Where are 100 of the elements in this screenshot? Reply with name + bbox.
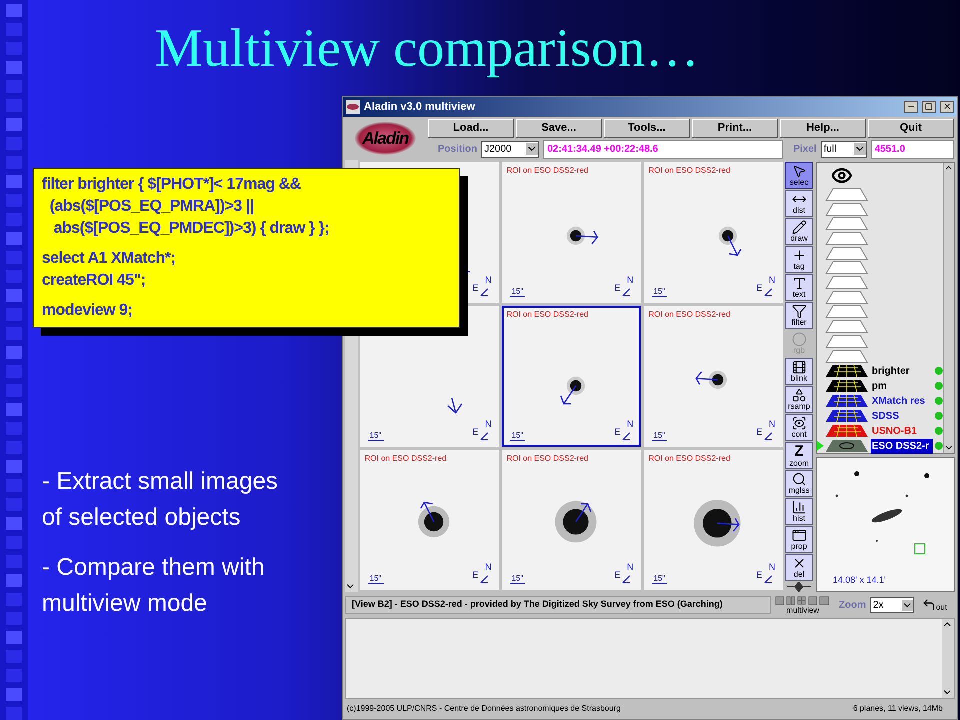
layer-row[interactable]: ESO DSS2-r: [825, 439, 944, 454]
multiview-layout-icon[interactable]: [775, 596, 831, 606]
layer-name: SDSS: [871, 410, 900, 424]
plane-icon: [825, 232, 870, 246]
minimize-button[interactable]: [904, 100, 918, 113]
scale-bar: 15": [510, 430, 526, 441]
tool-button[interactable]: Z zoom: [785, 442, 814, 470]
pointer-icon: [792, 164, 807, 180]
layer-row[interactable]: SDSS: [825, 409, 944, 424]
plane-icon: [825, 261, 870, 276]
plane-icon: [825, 202, 870, 216]
sky-view-panel[interactable]: ROI on ESO DSS2-red 15" E N: [360, 450, 499, 590]
east-label: E: [756, 282, 762, 293]
tool-button[interactable]: filter: [785, 302, 814, 330]
menu-button[interactable]: Load...: [428, 118, 514, 138]
tool-button[interactable]: mglss: [785, 470, 814, 498]
tool-button[interactable]: selec: [785, 162, 814, 190]
layer-row[interactable]: XMatch res: [825, 394, 944, 408]
menu-button[interactable]: Save...: [516, 118, 602, 138]
tool-button[interactable]: text: [785, 274, 814, 302]
tool-button[interactable]: del: [785, 554, 814, 582]
bullet-text: - Compare them with multiview mode: [42, 553, 266, 619]
north-label: N: [627, 418, 634, 429]
slide-title: Multiview comparison…: [155, 18, 700, 78]
pixel-select[interactable]: full: [820, 140, 867, 158]
east-label: E: [472, 426, 479, 437]
film-icon: [792, 360, 807, 376]
close-button[interactable]: [940, 100, 954, 113]
layer-name: pm: [871, 380, 888, 394]
layer-name: brighter: [871, 364, 911, 379]
tool-button[interactable]: dist: [785, 190, 814, 218]
compass-icon: [480, 574, 489, 584]
east-label: E: [472, 570, 479, 580]
menu-button[interactable]: Tools...: [604, 118, 690, 138]
cross-icon: [792, 248, 807, 264]
app-icon: [346, 100, 360, 114]
zoom-out-icon[interactable]: [922, 598, 936, 612]
contour-icon: [792, 416, 807, 432]
east-label: E: [614, 282, 621, 293]
sky-view-panel[interactable]: ROI on ESO DSS2-red 15" E N: [502, 306, 641, 447]
plane-icon: [825, 217, 870, 231]
sky-view-panel[interactable]: ROI on ESO DSS2-red 15" E N: [644, 162, 782, 303]
east-label: E: [614, 426, 621, 437]
tool-button[interactable]: draw: [785, 218, 814, 246]
east-label: E: [756, 570, 762, 580]
north-label: N: [485, 562, 492, 572]
bullet-text: - Extract small images of selected objects: [42, 467, 280, 533]
window-title: Aladin v3.0 multiview: [364, 100, 476, 115]
vertical-scrollbar[interactable]: [942, 619, 954, 698]
menu-button[interactable]: Print...: [692, 118, 778, 138]
tool-button[interactable]: blink: [785, 358, 814, 386]
vertical-scrollbar[interactable]: [943, 163, 954, 454]
north-label: N: [627, 274, 634, 285]
window-icon: [792, 528, 807, 544]
compass-icon: [622, 286, 631, 297]
zoom-select[interactable]: 2x: [870, 597, 914, 614]
view-label: ROI on ESO DSS2-red: [648, 452, 730, 465]
view-label: ROI on ESO DSS2-red: [506, 452, 588, 465]
scale-bar: 15": [652, 286, 668, 297]
scale-bar: 15": [652, 574, 668, 584]
zoom-out-label: out: [936, 603, 948, 612]
tool-button[interactable]: tag: [785, 246, 814, 274]
tool-button[interactable]: cont: [785, 414, 814, 442]
arrow-marker-drawing: [446, 396, 463, 414]
plane-icon: [825, 188, 870, 202]
dropdown-icon: [854, 143, 866, 156]
script-line: select A1 XMatch*;: [42, 249, 177, 269]
plane-icon: [825, 320, 870, 334]
magnifier-icon: [792, 472, 807, 488]
script-line: modeview 9;: [42, 301, 134, 321]
plane-icon: [825, 246, 870, 260]
view-label: ROI on ESO DSS2-red: [648, 165, 730, 178]
sky-view-panel[interactable]: ROI on ESO DSS2-red 15" E N: [502, 162, 641, 303]
view-label: ROI on ESO DSS2-red: [506, 308, 588, 321]
sky-view-panel[interactable]: ROI on ESO DSS2-red 15" E N: [644, 306, 782, 447]
maximize-icon: [925, 102, 933, 111]
tool-button[interactable]: rsamp: [785, 386, 814, 414]
splitter-icon[interactable]: [787, 582, 812, 592]
east-label: E: [614, 570, 621, 580]
compass-icon: [480, 286, 489, 297]
maximize-button[interactable]: [922, 100, 936, 113]
scale-bar: 15": [368, 574, 384, 584]
sky-view-panel[interactable]: ROI on ESO DSS2-red 15" E N: [502, 450, 641, 590]
script-line: filter brighter { $[PHOT*]< 17mag &&: [42, 175, 302, 195]
layer-row[interactable]: USNO-B1: [825, 424, 944, 438]
layer-row[interactable]: brighter: [825, 364, 944, 378]
sky-view-panel[interactable]: ROI on ESO DSS2-red 15" E N: [644, 450, 782, 590]
plane-icon: [825, 276, 870, 290]
menu-button[interactable]: Quit: [868, 118, 954, 138]
frame-select[interactable]: J2000: [481, 140, 540, 158]
tool-button[interactable]: prop: [785, 526, 814, 554]
menu-button[interactable]: Help...: [780, 118, 866, 138]
status-message: [View B2] - ESO DSS2-red - provided by The Digitized Sky Survey from ESO (Garching): [345, 596, 771, 614]
histogram-icon: [792, 500, 807, 516]
tool-button[interactable]: hist: [785, 498, 814, 526]
north-label: N: [769, 418, 776, 429]
east-label: E: [756, 426, 762, 437]
scale-bar: 15": [510, 574, 526, 584]
east-label: E: [472, 282, 479, 293]
layer-row[interactable]: pm: [825, 379, 944, 394]
